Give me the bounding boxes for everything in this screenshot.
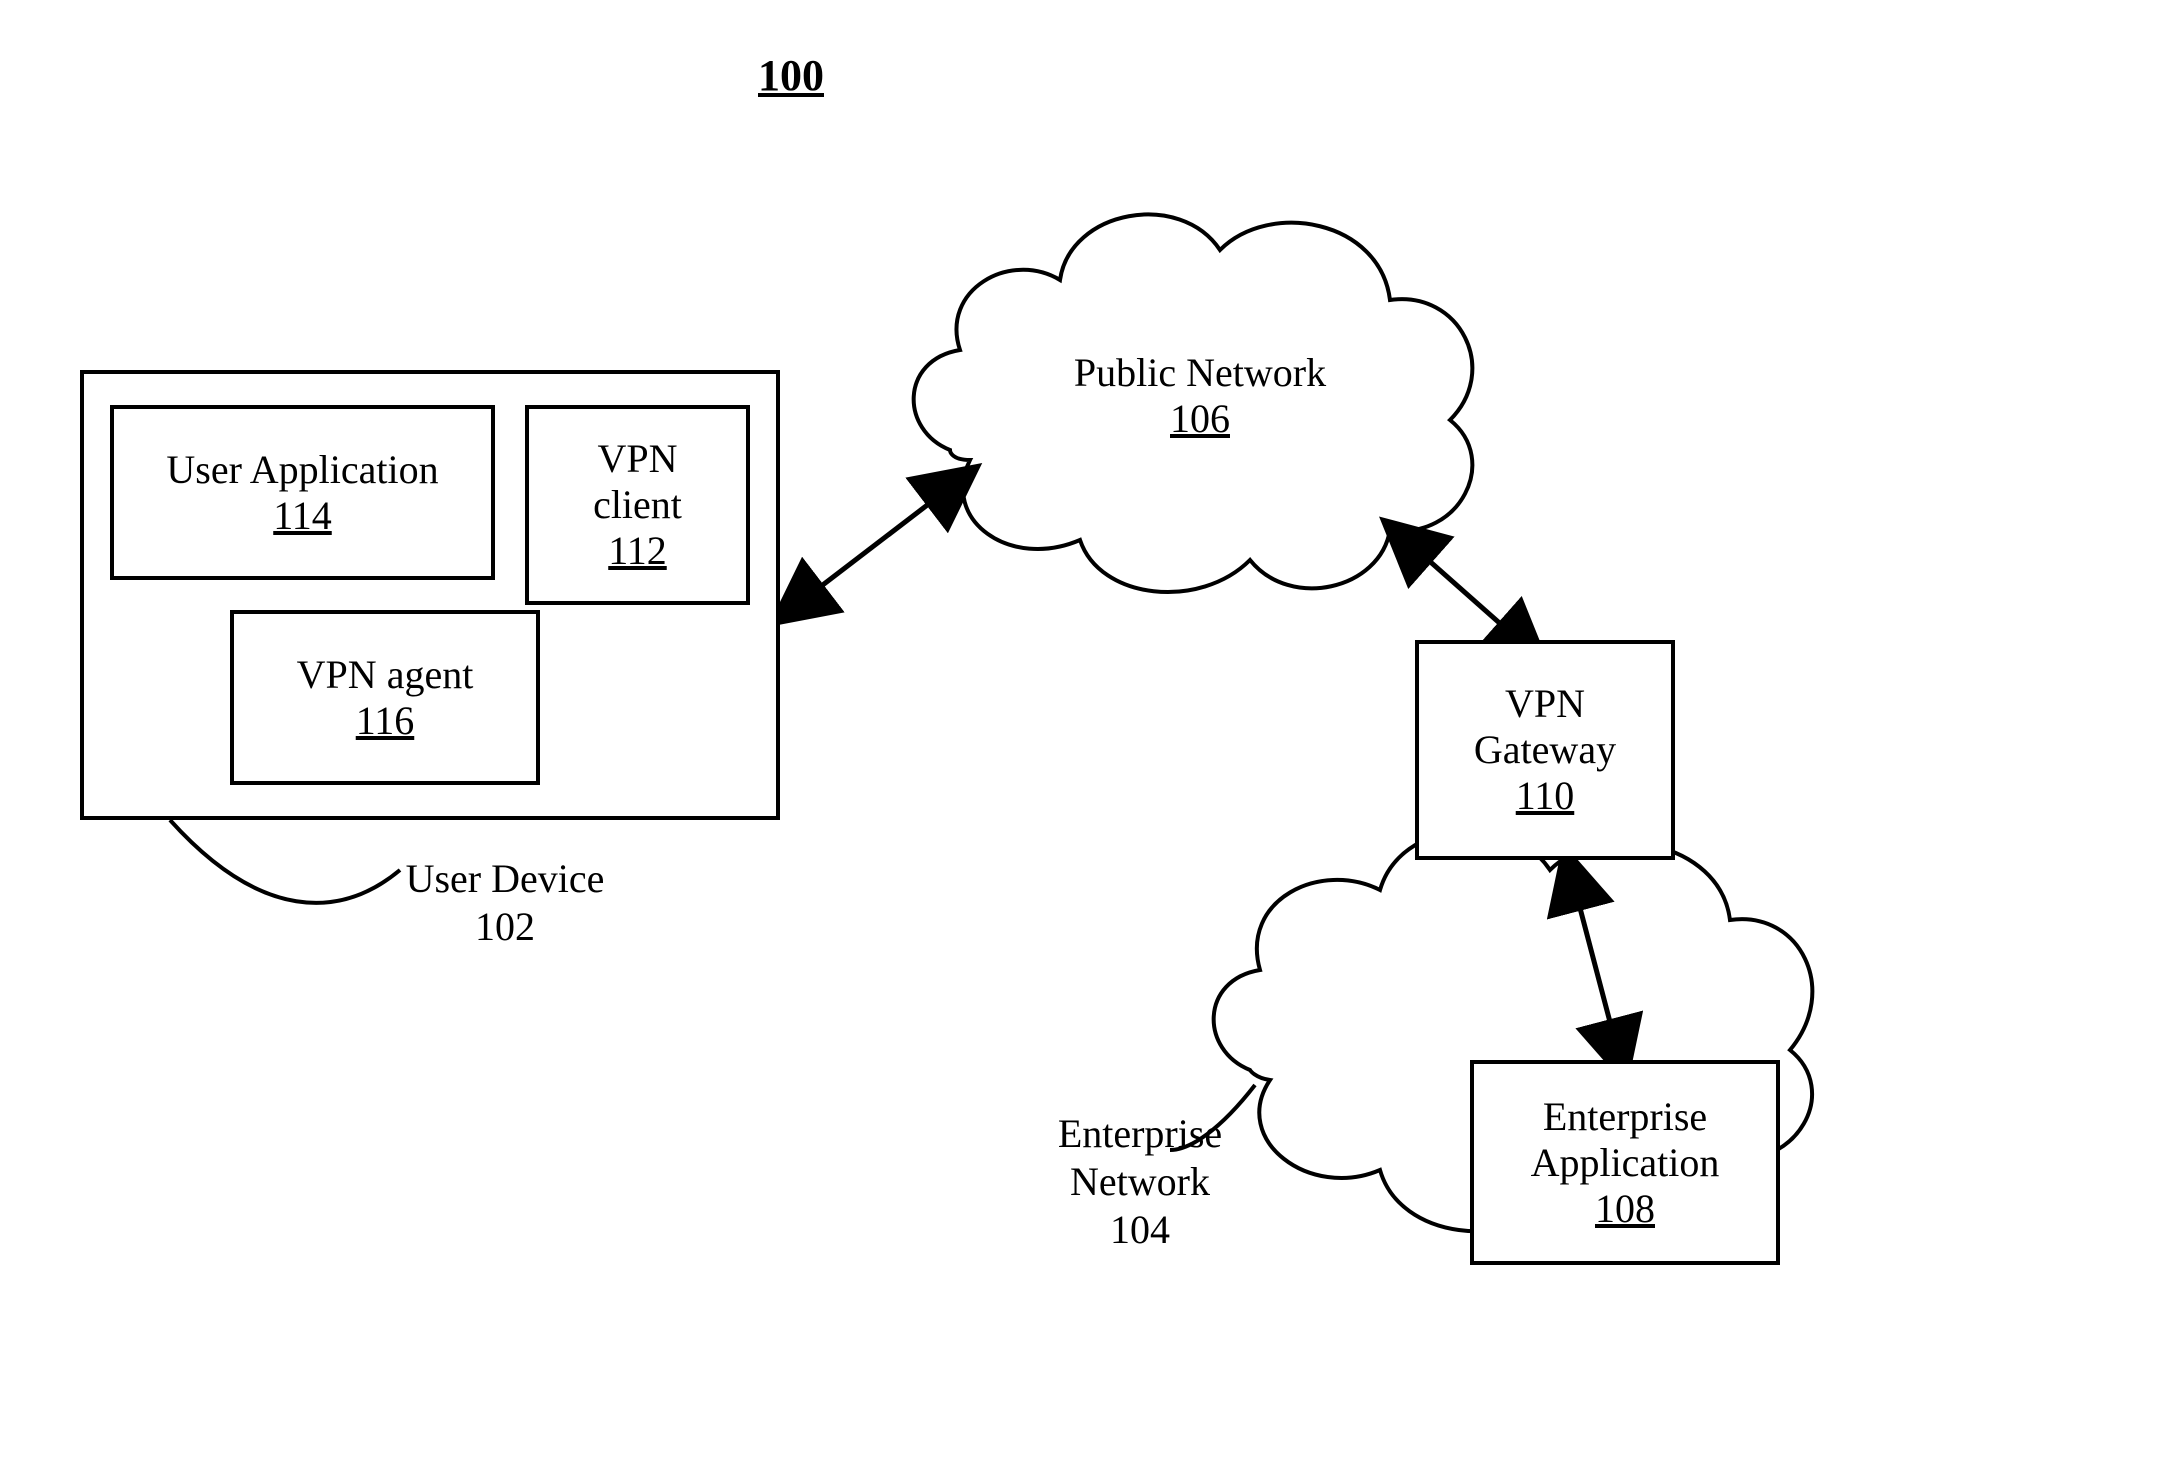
vpn-client-line2: client — [593, 482, 682, 528]
vpn-agent-box: VPN agent 116 — [230, 610, 540, 785]
arrow-userdevice-publicnet — [790, 480, 960, 610]
vpn-agent-ref: 116 — [356, 698, 415, 744]
enterprise-app-line2: Application — [1531, 1140, 1720, 1186]
public-network-ref: 106 — [1170, 396, 1230, 441]
arrow-publicnet-gateway — [1400, 535, 1530, 650]
vpn-gateway-box: VPN Gateway 110 — [1415, 640, 1675, 860]
vpn-client-box: VPN client 112 — [525, 405, 750, 605]
figure-number: 100 — [758, 50, 824, 101]
vpn-agent-label: VPN agent — [297, 652, 474, 698]
vpn-gateway-line2: Gateway — [1474, 727, 1616, 773]
public-network-label: Public Network 106 — [1040, 350, 1360, 442]
vpn-gateway-line1: VPN — [1505, 681, 1585, 727]
vpn-client-line1: VPN — [597, 436, 677, 482]
enterprise-network-ref: 104 — [1110, 1207, 1170, 1252]
enterprise-network-label: Enterprise Network 104 — [1020, 1110, 1260, 1254]
user-device-label: User Device 102 — [375, 855, 635, 951]
diagram-stage: 100 User Application 114 VPN client 112 … — [0, 0, 2163, 1472]
user-application-ref: 114 — [273, 493, 332, 539]
vpn-gateway-ref: 110 — [1516, 773, 1575, 819]
user-application-label: User Application — [166, 447, 438, 493]
user-device-callout — [170, 820, 400, 903]
vpn-client-ref: 112 — [608, 528, 667, 574]
public-network-text: Public Network — [1074, 350, 1326, 395]
enterprise-application-box: Enterprise Application 108 — [1470, 1060, 1780, 1265]
user-device-label-text: User Device — [406, 856, 605, 901]
enterprise-network-line1: Enterprise — [1058, 1111, 1222, 1156]
enterprise-network-line2: Network — [1070, 1159, 1210, 1204]
user-device-ref: 102 — [475, 904, 535, 949]
user-application-box: User Application 114 — [110, 405, 495, 580]
enterprise-app-ref: 108 — [1595, 1186, 1655, 1232]
enterprise-app-line1: Enterprise — [1543, 1094, 1707, 1140]
